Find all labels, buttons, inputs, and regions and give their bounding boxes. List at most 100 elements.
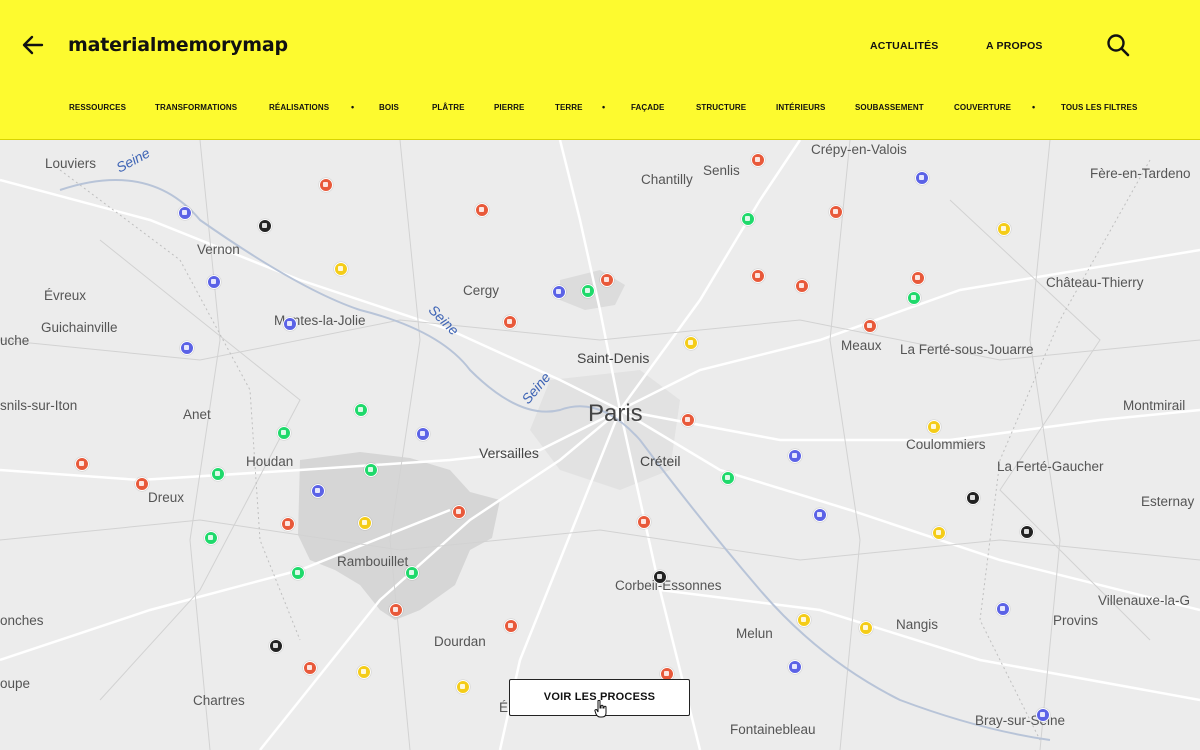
map-marker-yellow[interactable]: [927, 420, 941, 434]
map-marker-green[interactable]: [405, 566, 419, 580]
map-marker-blue[interactable]: [283, 317, 297, 331]
map-marker-red[interactable]: [281, 517, 295, 531]
map-marker-black[interactable]: [1020, 525, 1034, 539]
map-marker-red[interactable]: [475, 203, 489, 217]
map-marker-red[interactable]: [829, 205, 843, 219]
map-marker-blue[interactable]: [915, 171, 929, 185]
map-marker-blue[interactable]: [813, 508, 827, 522]
map-marker-red[interactable]: [751, 153, 765, 167]
place-label: uche: [0, 333, 30, 348]
map-marker-red[interactable]: [75, 457, 89, 471]
map-marker-blue[interactable]: [180, 341, 194, 355]
place-label: Bray-sur-Seine: [975, 713, 1066, 728]
filter-transformations[interactable]: TRANSFORMATIONS: [155, 103, 237, 112]
filter-ressources[interactable]: RESSOURCES: [69, 103, 126, 112]
place-label-paris: Paris: [588, 400, 643, 427]
map-marker-blue[interactable]: [552, 285, 566, 299]
site-logo[interactable]: materialmemorymap: [68, 34, 288, 56]
map-marker-green[interactable]: [204, 531, 218, 545]
map-marker-green[interactable]: [364, 463, 378, 477]
map-marker-yellow[interactable]: [357, 665, 371, 679]
map-marker-red[interactable]: [681, 413, 695, 427]
map-marker-red[interactable]: [751, 269, 765, 283]
map-marker-yellow[interactable]: [859, 621, 873, 635]
place-label: Guichainville: [41, 320, 118, 335]
place-label: Louviers: [45, 156, 97, 171]
back-arrow-icon[interactable]: [20, 32, 46, 58]
map-marker-black[interactable]: [269, 639, 283, 653]
filter-realisations[interactable]: RÉALISATIONS: [269, 103, 329, 112]
filter-soubassement[interactable]: SOUBASSEMENT: [855, 103, 924, 112]
place-label: La Ferté-Gaucher: [997, 459, 1104, 474]
place-label: onches: [0, 613, 44, 628]
place-label: Dourdan: [434, 634, 486, 649]
map-marker-yellow[interactable]: [684, 336, 698, 350]
map-marker-green[interactable]: [741, 212, 755, 226]
map-marker-red[interactable]: [319, 178, 333, 192]
map-marker-yellow[interactable]: [797, 613, 811, 627]
top-bar: materialmemorymap ACTUALITÉS A PROPOS RE…: [0, 0, 1200, 140]
place-label: Saint-Denis: [577, 350, 650, 366]
map-marker-blue[interactable]: [207, 275, 221, 289]
map-marker-green[interactable]: [907, 291, 921, 305]
map-marker-blue[interactable]: [788, 449, 802, 463]
place-label: Corbeil-Essonnes: [615, 578, 722, 593]
map-marker-red[interactable]: [600, 273, 614, 287]
map-marker-red[interactable]: [863, 319, 877, 333]
place-label: oupe: [0, 676, 31, 691]
map-marker-blue[interactable]: [1036, 708, 1050, 722]
map-marker-green[interactable]: [721, 471, 735, 485]
place-label: Vernon: [197, 242, 240, 257]
map-base-layer: [0, 140, 1200, 750]
map-marker-red[interactable]: [452, 505, 466, 519]
map-marker-green[interactable]: [277, 426, 291, 440]
filter-structure[interactable]: STRUCTURE: [696, 103, 746, 112]
filter-bois[interactable]: BOIS: [379, 103, 399, 112]
place-label: Provins: [1053, 613, 1099, 628]
place-label: Évreux: [44, 288, 87, 303]
map-marker-red[interactable]: [795, 279, 809, 293]
map-marker-red[interactable]: [135, 477, 149, 491]
filter-platre[interactable]: PLÂTRE: [432, 103, 465, 112]
place-label: Anet: [183, 407, 211, 422]
filter-separator: •: [351, 102, 355, 112]
map-marker-green[interactable]: [211, 467, 225, 481]
hand-cursor-icon: [594, 700, 607, 718]
nav-a-propos[interactable]: A PROPOS: [986, 40, 1043, 52]
place-label: Crépy-en-Valois: [811, 142, 907, 157]
map-marker-green[interactable]: [291, 566, 305, 580]
map-marker-yellow[interactable]: [456, 680, 470, 694]
map-marker-black[interactable]: [258, 219, 272, 233]
map-marker-red[interactable]: [389, 603, 403, 617]
place-label: Villenauxe-la-G: [1098, 593, 1191, 608]
filter-couverture[interactable]: COUVERTURE: [954, 103, 1011, 112]
filter-interieurs[interactable]: INTÉRIEURS: [776, 103, 825, 112]
map-marker-yellow[interactable]: [932, 526, 946, 540]
map-marker-blue[interactable]: [416, 427, 430, 441]
search-icon[interactable]: [1105, 32, 1131, 58]
filter-pierre[interactable]: PIERRE: [494, 103, 524, 112]
map-marker-red[interactable]: [504, 619, 518, 633]
map-marker-yellow[interactable]: [334, 262, 348, 276]
filter-terre[interactable]: TERRE: [555, 103, 583, 112]
map-marker-black[interactable]: [653, 570, 667, 584]
map-marker-black[interactable]: [966, 491, 980, 505]
map-marker-blue[interactable]: [788, 660, 802, 674]
map-marker-red[interactable]: [503, 315, 517, 329]
map-marker-yellow[interactable]: [358, 516, 372, 530]
map-canvas[interactable]: Louviers Vernon Évreux Guichainville uch…: [0, 140, 1200, 750]
filter-tous-les-filtres[interactable]: TOUS LES FILTRES: [1061, 103, 1137, 112]
map-marker-blue[interactable]: [178, 206, 192, 220]
map-marker-green[interactable]: [354, 403, 368, 417]
nav-actualites[interactable]: ACTUALITÉS: [870, 40, 939, 52]
map-marker-red[interactable]: [637, 515, 651, 529]
map-marker-yellow[interactable]: [997, 222, 1011, 236]
map-marker-red[interactable]: [911, 271, 925, 285]
place-label: Nangis: [896, 617, 939, 632]
map-marker-blue[interactable]: [996, 602, 1010, 616]
filter-facade[interactable]: FAÇADE: [631, 103, 665, 112]
map-marker-red[interactable]: [303, 661, 317, 675]
map-marker-green[interactable]: [581, 284, 595, 298]
place-label: Melun: [736, 626, 773, 641]
map-marker-blue[interactable]: [311, 484, 325, 498]
